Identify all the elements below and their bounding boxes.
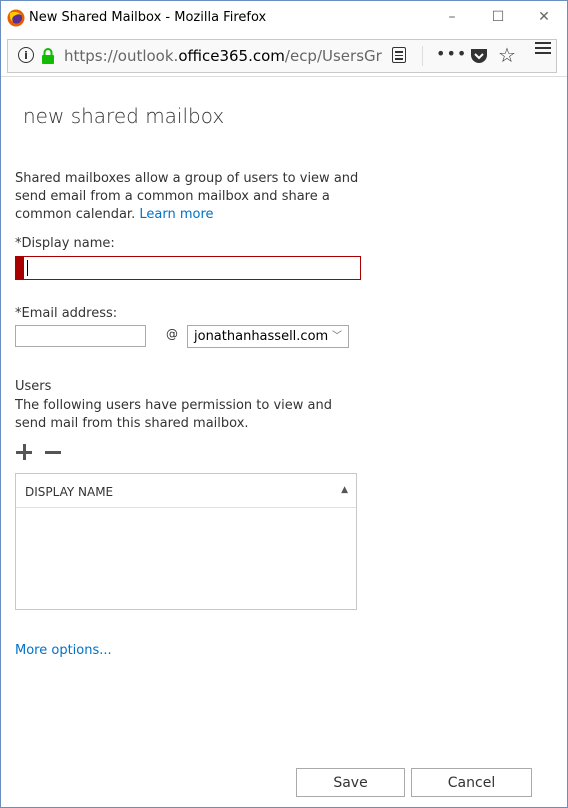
maximize-button[interactable]: ☐ bbox=[475, 1, 521, 33]
url-path: /ecp/UsersGroup bbox=[284, 47, 382, 65]
users-description: The following users have permission to v… bbox=[15, 398, 333, 431]
email-alias-input[interactable] bbox=[15, 325, 146, 347]
lock-icon[interactable] bbox=[41, 48, 55, 64]
users-table: DISPLAY NAME ▲ bbox=[15, 473, 357, 610]
display-name-label: *Display name: bbox=[15, 236, 115, 251]
more-options-link[interactable]: More options... bbox=[15, 643, 112, 658]
description: Shared mailboxes allow a group of users … bbox=[15, 170, 365, 224]
page-actions-menu-icon[interactable]: ••• bbox=[436, 44, 467, 63]
display-name-input[interactable] bbox=[15, 256, 361, 280]
table-header[interactable]: DISPLAY NAME ▲ bbox=[16, 474, 356, 508]
url-text[interactable]: https://outlook.office365.com/ecp/UsersG… bbox=[64, 47, 382, 65]
email-address-label: *Email address: bbox=[15, 306, 118, 321]
firefox-logo-icon bbox=[7, 9, 25, 27]
users-heading: Users bbox=[15, 379, 52, 394]
window-title: New Shared Mailbox - Mozilla Firefox bbox=[29, 10, 267, 25]
text-caret bbox=[27, 260, 28, 276]
title-bar: New Shared Mailbox - Mozilla Firefox – ☐… bbox=[1, 1, 567, 35]
url-bar[interactable]: i https://outlook.office365.com/ecp/User… bbox=[7, 39, 557, 73]
url-domain: office365.com bbox=[178, 47, 285, 65]
at-sign: @ bbox=[166, 327, 178, 341]
minimize-button[interactable]: – bbox=[429, 1, 475, 33]
required-indicator bbox=[16, 257, 24, 279]
info-icon[interactable]: i bbox=[18, 47, 34, 63]
domain-selected-value: jonathanhassell.com bbox=[194, 329, 329, 344]
close-button[interactable]: ✕ bbox=[521, 1, 567, 33]
hamburger-menu-icon[interactable] bbox=[535, 41, 551, 55]
page-title: new shared mailbox bbox=[23, 104, 225, 128]
remove-user-icon[interactable] bbox=[45, 451, 61, 454]
browser-window: New Shared Mailbox - Mozilla Firefox – ☐… bbox=[0, 0, 568, 808]
pocket-icon[interactable] bbox=[470, 48, 488, 64]
bookmark-star-icon[interactable]: ☆ bbox=[498, 43, 516, 67]
cancel-button[interactable]: Cancel bbox=[411, 768, 532, 797]
sort-ascending-icon[interactable]: ▲ bbox=[341, 485, 348, 495]
reader-view-icon[interactable] bbox=[392, 47, 406, 63]
toolbar-separator bbox=[422, 46, 423, 66]
column-display-name[interactable]: DISPLAY NAME bbox=[25, 485, 113, 499]
learn-more-link[interactable]: Learn more bbox=[139, 207, 213, 222]
save-button[interactable]: Save bbox=[296, 768, 405, 797]
url-prefix: https://outlook. bbox=[64, 47, 179, 65]
toolbar-divider bbox=[1, 76, 567, 77]
add-user-icon[interactable] bbox=[16, 444, 32, 460]
chevron-down-icon: ﹀ bbox=[332, 331, 342, 342]
domain-select[interactable]: jonathanhassell.com ﹀ bbox=[187, 325, 349, 348]
